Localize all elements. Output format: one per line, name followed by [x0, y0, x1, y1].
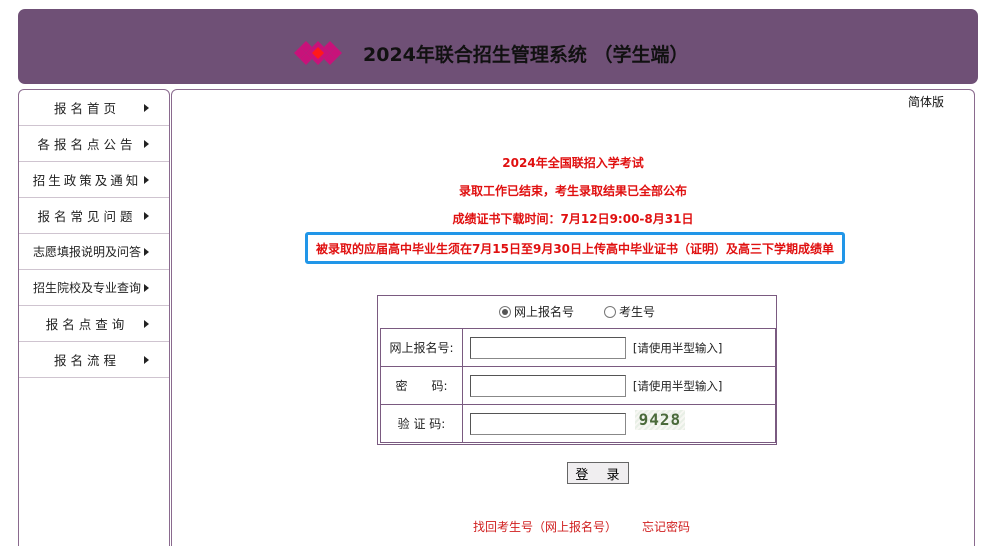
chevron-right-icon [144, 247, 149, 256]
captcha-row: 验 证 码: 9428 [380, 404, 776, 443]
radio-label: 网上报名号 [513, 305, 574, 319]
chevron-right-icon [144, 139, 149, 148]
language-link[interactable]: 简体版 [908, 93, 944, 110]
captcha-input[interactable] [470, 412, 626, 435]
password-row: 密 码: [请使用半型输入] [380, 366, 776, 405]
chevron-right-icon [144, 283, 149, 292]
sidebar-item-site-search[interactable]: 报名点查询 [19, 306, 169, 342]
sidebar-item-label: 报名流程 [53, 353, 120, 368]
chevron-right-icon [144, 211, 149, 220]
radio-candidate-number[interactable]: 考生号 [604, 303, 655, 320]
radio-icon[interactable] [498, 305, 511, 318]
login-button[interactable]: 登 录 [567, 462, 629, 484]
sidebar-item-faq[interactable]: 报名常见问题 [19, 198, 169, 234]
input-hint: [请使用半型输入] [632, 340, 723, 355]
captcha-label: 验 证 码: [380, 404, 463, 443]
header-banner: 2024年联合招生管理系统 （学生端） [18, 9, 978, 84]
chevron-right-icon [144, 355, 149, 364]
forgot-password-link[interactable]: 忘记密码 [642, 518, 690, 535]
password-label: 密 码: [380, 366, 463, 405]
sidebar-item-site-announcements[interactable]: 各报名点公告 [19, 126, 169, 162]
chevron-right-icon [144, 319, 149, 328]
sidebar-item-application-guide[interactable]: 志愿填报说明及问答 [19, 234, 169, 270]
sidebar-item-policies[interactable]: 招生政策及通知 [19, 162, 169, 198]
highlight-notice: 被录取的应届高中毕业生须在7月15日至9月30日上传高中毕业证书（证明）及高三下… [305, 232, 845, 264]
app-title: 2024年联合招生管理系统 （学生端） [363, 44, 689, 66]
sidebar-item-process[interactable]: 报名流程 [19, 342, 169, 378]
notice-exam-title: 2024年全国联招入学考试 [502, 156, 644, 170]
sidebar-item-school-search[interactable]: 招生院校及专业查询 [19, 270, 169, 306]
login-form: 网上报名号 考生号 网上报名号: [请使用半型输入] 密 码: [请使用半型输入… [377, 295, 777, 445]
sidebar-nav: 报名首页 各报名点公告 招生政策及通知 报名常见问题 志愿填报说明及问答 招生院… [18, 89, 170, 546]
radio-online-registration-number[interactable]: 网上报名号 [498, 303, 574, 320]
registration-number-row: 网上报名号: [请使用半型输入] [380, 328, 776, 367]
registration-number-label: 网上报名号: [380, 328, 463, 367]
sidebar-item-label: 招生院校及专业查询 [32, 281, 141, 295]
sidebar-item-label: 志愿填报说明及问答 [32, 245, 141, 259]
sidebar-item-home[interactable]: 报名首页 [19, 90, 169, 126]
input-hint: [请使用半型输入] [632, 378, 723, 393]
login-type-selector: 网上报名号 考生号 [378, 296, 776, 327]
recover-candidate-number-link[interactable]: 找回考生号（网上报名号） [473, 518, 617, 535]
sidebar-item-label: 各报名点公告 [37, 137, 137, 152]
login-fields-table: 网上报名号: [请使用半型输入] 密 码: [请使用半型输入] 验 证 码: 9… [380, 328, 776, 443]
main-panel: 简体版 2024年全国联招入学考试 录取工作已结束，考生录取结果已全部公布 成绩… [171, 89, 975, 546]
notice-certificate-download: 成绩证书下载时间：7月12日9:00-8月31日 [452, 212, 694, 226]
diamond-logo-icon [294, 41, 342, 65]
sidebar-item-label: 招生政策及通知 [32, 173, 142, 188]
password-input[interactable] [470, 374, 626, 397]
captcha-image[interactable]: 9428 [634, 409, 685, 430]
registration-number-input[interactable] [470, 336, 626, 359]
sidebar-item-label: 报名首页 [53, 101, 120, 116]
radio-icon[interactable] [604, 305, 616, 318]
sidebar-item-label: 报名常见问题 [37, 209, 137, 224]
notice-admission-status: 录取工作已结束，考生录取结果已全部公布 [458, 184, 687, 198]
sidebar-item-label: 报名点查询 [45, 317, 129, 332]
chevron-right-icon [144, 103, 149, 112]
radio-label: 考生号 [619, 305, 656, 319]
chevron-right-icon [144, 175, 149, 184]
